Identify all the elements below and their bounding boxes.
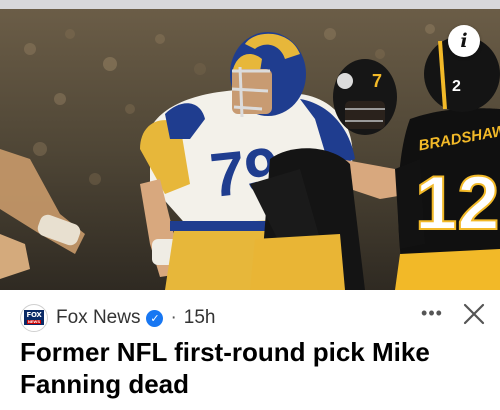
close-icon[interactable]: [462, 302, 486, 326]
opponent-jersey-number: 12: [415, 161, 500, 246]
story-meta: FOX NEWS Fox News ✓ · 15h: [20, 304, 216, 332]
verified-mark: ✓: [150, 312, 160, 325]
check-icon: ✓: [146, 309, 164, 327]
football-photo: 79 7 BRADSHAW 12 2: [0, 9, 500, 290]
article-photo[interactable]: 79 7 BRADSHAW 12 2 i: [0, 9, 500, 290]
more-options-button[interactable]: •••: [420, 304, 444, 326]
helmet-number: 7: [372, 71, 382, 91]
info-icon[interactable]: i: [448, 25, 480, 57]
story-headline[interactable]: Former NFL first-round pick Mike Fanning…: [20, 336, 480, 400]
logo-text-top: FOX: [26, 310, 42, 319]
source-name[interactable]: Fox News: [56, 307, 140, 329]
story-age: 15h: [183, 307, 216, 328]
helmet-number-right: 2: [452, 78, 461, 95]
logo-text-bottom: NEWS: [27, 318, 41, 324]
separator: ·: [170, 307, 177, 328]
info-label: i: [460, 30, 468, 52]
status-bar: [0, 0, 500, 9]
fox-news-logo[interactable]: FOX NEWS: [20, 304, 48, 332]
